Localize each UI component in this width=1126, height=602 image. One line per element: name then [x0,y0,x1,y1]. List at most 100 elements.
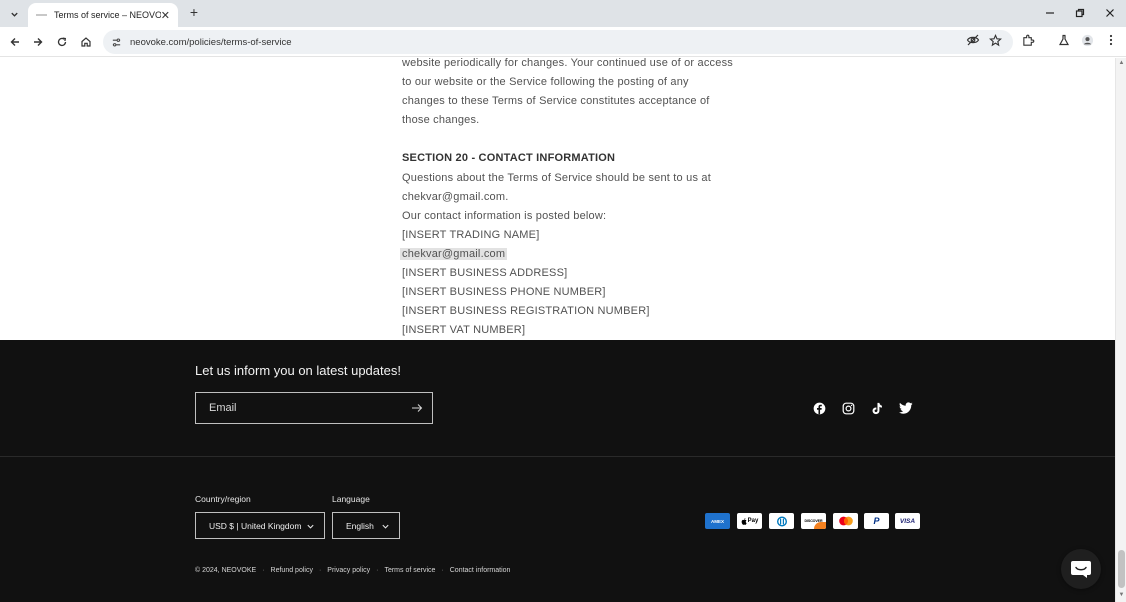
visa-label: VISA [899,517,916,525]
contact-information-link[interactable]: Contact information [450,567,511,574]
puzzle-icon [1022,34,1034,46]
address-bar[interactable]: neovoke.com/policies/terms-of-service [103,30,1013,54]
labs-button[interactable] [1057,33,1071,47]
forward-button[interactable] [29,33,47,51]
minimize-icon [1046,12,1054,14]
language-label: Language [332,494,370,504]
site-footer: Let us inform you on latest updates! Cou… [0,340,1115,602]
newsletter-title: Let us inform you on latest updates! [195,363,401,378]
minimize-button[interactable] [1041,4,1059,22]
chevron-down-icon [10,12,18,17]
policy-line: [INSERT BUSINESS PHONE NUMBER] [402,286,606,299]
policy-line: to our website or the Service following … [402,76,689,89]
terms-of-service-link[interactable]: Terms of service [384,567,435,574]
copyright: © 2024, NEOVOKE [195,567,257,574]
profile-button[interactable] [1080,33,1094,47]
tab-search-button[interactable] [5,5,23,23]
subscribe-button[interactable] [410,401,424,415]
legal-links: © 2024, NEOVOKE · Refund policy · Privac… [195,567,510,574]
browser-menu-button[interactable] [1104,33,1118,47]
policy-line: chekvar@gmail.com. [402,190,509,203]
tab-title: Terms of service – NEOVOKE [54,10,161,20]
language-value: English [346,520,374,531]
bookmark-button[interactable] [988,33,1002,47]
twitter-icon [899,402,913,414]
arrow-left-icon [10,38,19,46]
arrow-right-icon [412,404,423,412]
amex-icon: AMEX [705,513,730,529]
extensions-button[interactable] [1021,33,1035,47]
apple-logo-icon [741,517,747,525]
page-scrollbar[interactable]: ▲ ▼ [1115,58,1126,602]
reload-icon [57,37,67,47]
separator-dot: · [376,567,379,574]
tab-favicon-icon [36,14,47,16]
apple-pay-icon: Pay [737,513,762,529]
policy-line: changes to these Terms of Service consti… [402,95,710,108]
close-icon [1106,9,1114,17]
scroll-down-arrow[interactable]: ▼ [1118,592,1125,599]
chevron-down-icon [307,524,314,529]
country-label: Country/region [195,494,251,504]
newsletter-form [195,392,433,424]
separator-dot: · [441,567,444,574]
twitter-link[interactable] [899,401,913,415]
eye-off-icon [966,34,980,46]
policy-line: [INSERT TRADING NAME] [402,228,540,241]
privacy-policy-link[interactable]: Privacy policy [327,567,370,574]
language-selector[interactable]: English [332,512,400,539]
flask-icon [1058,34,1070,46]
tab-strip: Terms of service – NEOVOKE ✕ + [0,0,1126,27]
site-info-icon[interactable] [110,36,122,48]
facebook-icon [813,402,825,414]
more-vertical-icon [1109,34,1113,46]
scrollbar-thumb[interactable] [1118,550,1125,588]
separator-dot: · [262,567,265,574]
paypal-icon: P [864,513,889,529]
country-value: USD $ | United Kingdom [209,520,302,531]
profile-icon [1081,34,1093,46]
active-tab[interactable]: Terms of service – NEOVOKE ✕ [28,3,178,27]
policy-line: [INSERT BUSINESS REGISTRATION NUMBER] [402,305,650,318]
browser-toolbar: neovoke.com/policies/terms-of-service [0,27,1126,57]
apple-pay-label: Pay [747,518,759,524]
diners-club-icon [769,513,794,529]
tiktok-icon [872,402,882,414]
separator-dot: · [318,567,322,574]
chat-icon [1071,561,1091,578]
policy-line: those changes. [402,114,480,127]
email-input[interactable] [196,402,396,414]
policy-line: [INSERT BUSINESS ADDRESS] [402,267,568,280]
policy-line: [INSERT VAT NUMBER] [402,324,526,337]
refund-policy-link[interactable]: Refund policy [271,567,313,574]
reload-button[interactable] [53,33,71,51]
tiktok-link[interactable] [870,401,884,415]
scroll-up-arrow[interactable]: ▲ [1118,60,1125,67]
home-button[interactable] [77,33,95,51]
visa-icon: VISA [895,513,920,529]
highlighted-email: chekvar@gmail.com [400,247,508,260]
restore-icon [1075,8,1085,18]
instagram-link[interactable] [841,401,855,415]
policy-line: Questions about the Terms of Service sho… [402,171,711,184]
amex-label: AMEX [710,518,724,524]
discover-icon: DISCOVER [801,513,826,529]
policy-line: website periodically for changes. Your c… [402,58,733,69]
close-window-button[interactable] [1101,4,1119,22]
policy-body: website periodically for changes. Your c… [400,58,733,340]
policy-line: Our contact information is posted below: [402,209,607,222]
paypal-label: P [873,516,880,526]
chat-button[interactable] [1061,549,1101,589]
country-selector[interactable]: USD $ | United Kingdom [195,512,325,539]
tracking-protection-button[interactable] [966,33,980,47]
star-icon [988,33,1002,46]
tab-close-icon[interactable]: ✕ [161,9,170,22]
page-viewport: website periodically for changes. Your c… [0,58,1115,602]
restore-button[interactable] [1071,4,1089,22]
new-tab-button[interactable]: + [185,4,203,20]
instagram-icon [842,402,854,414]
back-button[interactable] [6,33,24,51]
facebook-link[interactable] [812,401,826,415]
url-text: neovoke.com/policies/terms-of-service [130,36,292,48]
